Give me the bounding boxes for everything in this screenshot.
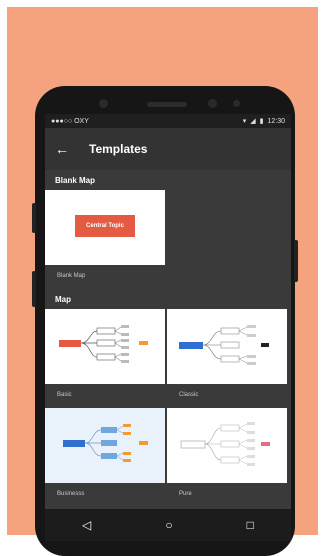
template-thumbnail <box>45 309 165 384</box>
volume-down-button <box>32 271 36 307</box>
camera-icon <box>208 99 217 108</box>
nav-home-icon[interactable]: ○ <box>165 518 172 532</box>
section-heading-blank-map: Blank Map <box>55 175 96 185</box>
sensor-icon <box>99 99 108 108</box>
sensor-icon <box>233 100 240 107</box>
speaker-grille <box>147 102 187 107</box>
mindmap-preview-pure <box>180 422 270 466</box>
template-thumbnail <box>167 309 287 384</box>
nav-recent-icon[interactable]: □ <box>247 518 254 532</box>
volume-up-button <box>32 203 36 233</box>
template-label: Basic <box>57 392 72 398</box>
template-card-basic[interactable]: Basic <box>45 309 165 408</box>
carrier-label: ●●●○○ OXY <box>51 117 89 125</box>
mindmap-preview-business <box>63 424 148 462</box>
signal-icon: ◢ <box>250 118 256 125</box>
template-card-pure[interactable]: Pure <box>167 408 287 507</box>
template-card-blank-map[interactable]: Central Topic Blank Map <box>45 190 165 289</box>
power-button <box>294 240 298 282</box>
clock: 12:30 <box>267 117 285 125</box>
template-card-classic[interactable]: Classic <box>167 309 287 408</box>
template-label: Classic <box>179 392 199 398</box>
mindmap-preview-basic <box>59 325 148 363</box>
page-title: Templates <box>89 142 148 156</box>
app-bar: ← Templates <box>45 128 291 170</box>
template-label: Pure <box>179 491 192 497</box>
mindmap-preview-classic <box>179 325 269 365</box>
template-thumbnail <box>45 408 165 483</box>
template-label: Businesss <box>57 491 85 497</box>
battery-icon: ▮ <box>259 118 264 125</box>
template-thumbnail <box>167 408 287 483</box>
section-heading-map: Map <box>55 294 71 304</box>
system-nav-bar: ◁ ○ □ <box>45 509 291 541</box>
status-bar: ●●●○○ OXY ▾ ◢ ▮ 12:30 <box>45 114 291 128</box>
phone-screen: ●●●○○ OXY ▾ ◢ ▮ 12:30 ← Templates Blank … <box>45 114 291 541</box>
template-card-business[interactable]: Businesss <box>45 408 165 507</box>
wifi-icon: ▾ <box>242 118 247 125</box>
template-thumbnail: Central Topic <box>45 190 165 265</box>
back-arrow-icon[interactable]: ← <box>55 141 75 157</box>
template-label: Blank Map <box>57 273 86 279</box>
central-topic-node: Central Topic <box>75 215 135 237</box>
nav-back-icon[interactable]: ◁ <box>82 518 91 532</box>
